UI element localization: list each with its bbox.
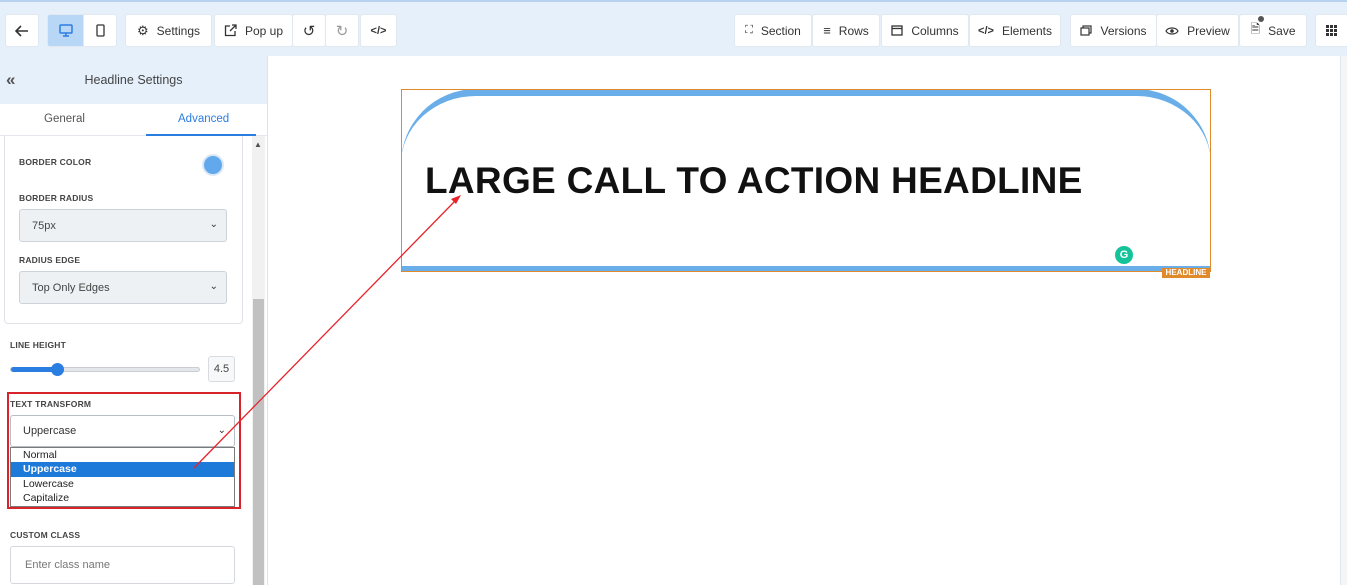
rows-label: Rows: [838, 23, 869, 38]
arrow-left-icon: [15, 24, 28, 37]
versions-label: Versions: [1100, 23, 1147, 38]
headline-text[interactable]: LARGE CALL TO ACTION HEADLINE: [425, 160, 1083, 202]
text-transform-label: TEXT TRANSFORM: [10, 399, 92, 409]
line-height-input[interactable]: 4.5: [208, 356, 235, 382]
section-button[interactable]: ⛶ Section: [735, 15, 811, 46]
eye-icon: [1165, 26, 1179, 35]
line-height-label: LINE HEIGHT: [10, 340, 67, 350]
radius-edge-value: Top Only Edges: [32, 281, 110, 294]
columns-icon: [891, 25, 903, 36]
mobile-view-button[interactable]: [84, 15, 116, 46]
preview-button[interactable]: Preview: [1157, 15, 1238, 46]
radius-edge-label: RADIUS EDGE: [19, 255, 81, 265]
line-height-slider-knob[interactable]: [50, 363, 64, 376]
tab-general[interactable]: General: [44, 113, 85, 125]
chevron-down-icon: ⌄: [217, 425, 226, 436]
custom-class-label: CUSTOM CLASS: [10, 530, 81, 540]
elements-label: Elements: [1001, 23, 1052, 38]
settings-label: Settings: [156, 23, 200, 38]
settings-button[interactable]: ⚙ Settings: [126, 15, 211, 46]
scroll-up-arrow-icon[interactable]: ▲: [254, 140, 262, 149]
gears-icon: ⚙: [136, 22, 149, 38]
headline-element[interactable]: LARGE CALL TO ACTION HEADLINE: [401, 89, 1211, 272]
border-color-label: BORDER COLOR: [19, 157, 92, 167]
text-transform-select[interactable]: Uppercase ⌄: [10, 415, 235, 447]
rows-button[interactable]: ≡ Rows: [813, 15, 879, 46]
desktop-view-button[interactable]: [48, 15, 84, 46]
columns-label: Columns: [911, 23, 959, 38]
panel-tabs: General Advanced: [0, 104, 267, 136]
top-toolbar: ⚙ Settings Pop up ↺ ↻ </> ⛶ Section ≡ Ro…: [0, 0, 1347, 56]
versions-icon: [1080, 25, 1093, 36]
border-settings-group: BORDER COLOR BORDER RADIUS 75px ⌄ RADIUS…: [4, 136, 243, 324]
border-color-swatch[interactable]: [202, 154, 224, 176]
preview-label: Preview: [1187, 23, 1230, 38]
mobile-icon: [95, 24, 105, 37]
radius-edge-select[interactable]: Top Only Edges ⌄: [19, 271, 227, 304]
save-label: Save: [1268, 23, 1296, 38]
grid-icon: [1326, 25, 1337, 36]
elements-button[interactable]: </> Elements: [970, 15, 1060, 46]
custom-class-placeholder: Enter class name: [25, 559, 110, 571]
canvas-right-scroll-edge: [1340, 56, 1347, 585]
popup-label: Pop up: [244, 23, 284, 38]
undo-button[interactable]: ↺: [293, 15, 325, 46]
tab-advanced[interactable]: Advanced: [178, 113, 229, 125]
line-height-slider[interactable]: [10, 363, 200, 376]
option-uppercase[interactable]: Uppercase: [11, 462, 234, 477]
panel-header: « Headline Settings: [0, 56, 267, 104]
save-icon: 🗎: [1250, 16, 1265, 41]
elements-icon: </>: [978, 24, 994, 37]
panel-scrollbar[interactable]: ▲: [252, 136, 265, 585]
border-radius-label: BORDER RADIUS: [19, 193, 94, 203]
redo-icon: ↻: [335, 22, 349, 40]
option-lowercase[interactable]: Lowercase: [11, 477, 234, 491]
redo-button[interactable]: ↻: [326, 15, 358, 46]
apps-menu-button[interactable]: [1316, 15, 1347, 46]
section-icon: ⛶: [745, 24, 753, 36]
versions-button[interactable]: Versions: [1071, 15, 1156, 46]
grammarly-icon[interactable]: G: [1115, 246, 1133, 264]
code-button[interactable]: </>: [361, 15, 396, 46]
back-button[interactable]: [6, 15, 38, 46]
undo-icon: ↺: [302, 22, 316, 40]
columns-button[interactable]: Columns: [882, 15, 968, 46]
save-button[interactable]: 🗎 Save: [1240, 15, 1306, 46]
panel-title: Headline Settings: [84, 73, 183, 87]
external-link-icon: [224, 24, 237, 37]
popup-button[interactable]: Pop up: [215, 15, 292, 46]
border-radius-value: 75px: [32, 219, 56, 232]
headline-bottom-border: [402, 266, 1210, 271]
custom-class-input[interactable]: Enter class name: [10, 546, 235, 584]
scrollbar-thumb[interactable]: [253, 299, 264, 585]
section-label: Section: [760, 23, 801, 38]
chevron-down-icon: ⌄: [209, 281, 218, 292]
text-transform-value: Uppercase: [23, 425, 77, 437]
text-transform-dropdown: Normal Uppercase Lowercase Capitalize: [10, 447, 235, 507]
code-icon: </>: [370, 24, 387, 37]
option-normal[interactable]: Normal: [11, 448, 234, 462]
border-radius-select[interactable]: 75px ⌄: [19, 209, 227, 242]
chevron-down-icon: ⌄: [209, 219, 218, 230]
option-capitalize[interactable]: Capitalize: [11, 491, 234, 505]
rows-icon: ≡: [823, 23, 831, 38]
headline-element-badge: HEADLINE: [1162, 268, 1210, 278]
desktop-icon: [59, 24, 73, 37]
line-height-slider-fill: [11, 367, 57, 372]
